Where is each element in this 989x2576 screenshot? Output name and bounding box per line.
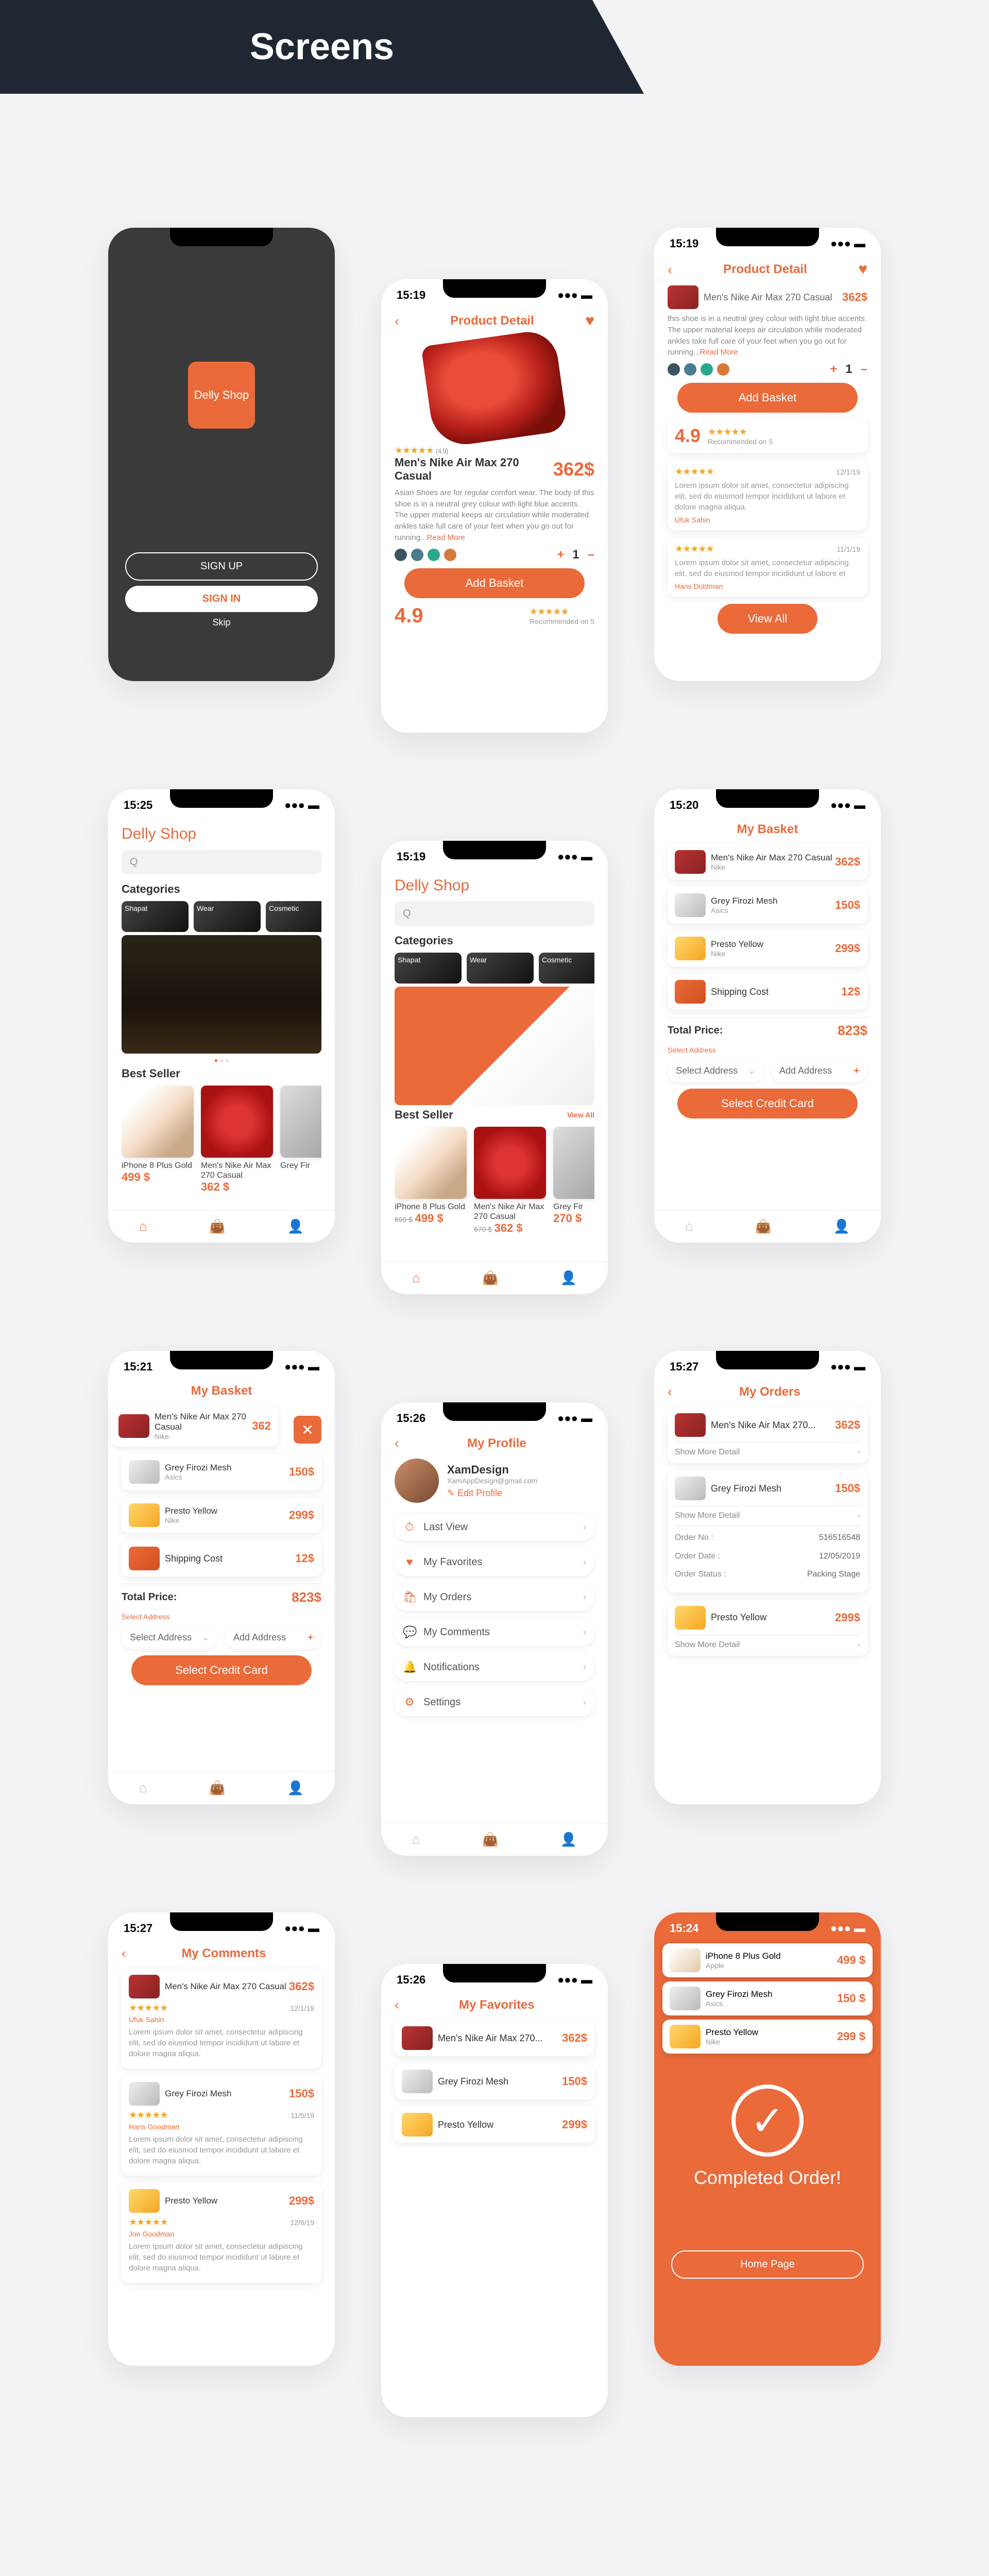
screen-comments: 15:27●●● ▬ ‹My Comments Men's Nike Air M… [108, 1912, 335, 2366]
brand-title: Delly Shop [122, 822, 321, 850]
product-name: Men's Nike Air Max 270 Casual [395, 456, 553, 483]
bell-icon: 🔔 [403, 1660, 416, 1674]
product-thumb [668, 285, 698, 309]
color-selector[interactable] [668, 363, 729, 376]
heart-icon[interactable]: ♥ [858, 261, 867, 278]
skip-link[interactable]: Skip [108, 617, 335, 628]
screen-basket-swipe: 15:21●●● ▬ My Basket Men's Nike Air Max … [108, 1351, 335, 1804]
category-card[interactable]: Shapat [122, 901, 189, 932]
rating-score: 4.9 [395, 604, 423, 628]
fav-item[interactable]: Men's Nike Air Max 270...362$ [395, 2020, 594, 2056]
back-icon[interactable]: ‹ [668, 262, 672, 278]
screen-favorites: 15:26●●● ▬ ‹My Favorites Men's Nike Air … [381, 1964, 608, 2417]
product-description: Asian Shoes are for regular comfort wear… [395, 488, 594, 542]
avatar [395, 1459, 439, 1503]
menu-orders[interactable]: 🛍My Orders› [395, 1583, 594, 1611]
check-icon: ✓ [731, 2084, 804, 2157]
signup-button[interactable]: SIGN UP [125, 552, 318, 581]
quantity-stepper[interactable]: +1– [830, 362, 867, 377]
color-selector[interactable] [395, 549, 456, 561]
completed-title: Completed Order! [654, 2167, 881, 2189]
review-item: ★★★★★12/1/19 Lorem ipsum dolor sit amet,… [668, 460, 867, 530]
bottom-nav: ⌂ 👜 👤 [108, 1210, 335, 1243]
product-card[interactable]: Men's Nike Air Max 270 Casual362 $ [201, 1086, 273, 1194]
screen-product-detail: 15:19●●● ▬ ‹Product Detail♥ ★★★★★ (4.9) … [381, 279, 608, 733]
menu-notifications[interactable]: 🔔Notifications› [395, 1653, 594, 1681]
shipping-icon [675, 980, 706, 1004]
menu-settings[interactable]: ⚙Settings› [395, 1688, 594, 1716]
screen-basket: 15:20●●● ▬ My Basket Men's Nike Air Max … [654, 789, 881, 1243]
heart-icon: ♥ [403, 1555, 416, 1569]
plus-ten-label: +10 [0, 2551, 989, 2576]
nav-bag-icon[interactable]: 👜 [209, 1218, 225, 1234]
view-all-link[interactable]: View All [567, 1111, 594, 1119]
menu-favorites[interactable]: ♥My Favorites› [395, 1548, 594, 1576]
add-basket-button[interactable]: Add Basket [677, 383, 857, 413]
edit-profile-link[interactable]: ✎ Edit Profile [447, 1488, 594, 1499]
clock-icon: ⏱ [403, 1520, 416, 1534]
read-more-link[interactable]: Read More [427, 533, 465, 542]
chat-icon: 💬 [403, 1625, 416, 1639]
back-icon[interactable]: ‹ [395, 313, 399, 329]
gear-icon: ⚙ [403, 1696, 416, 1709]
app-logo: Delly Shop [188, 362, 255, 429]
basket-item[interactable]: Men's Nike Air Max 270 CasualNike362$ [668, 844, 867, 880]
bag-icon: 🛍 [403, 1590, 416, 1604]
screen-home: 15:25●●● ▬ Delly Shop Q Categories Shapa… [108, 789, 335, 1243]
page-title: Product Detail [399, 314, 586, 328]
menu-last-view[interactable]: ⏱Last View› [395, 1513, 594, 1541]
status-icons: ●●● ▬ [557, 289, 592, 302]
hero-banner[interactable] [122, 935, 321, 1054]
screen-product-detail-reviews: 15:19●●● ▬ ‹Product Detail♥ Men's Nike A… [654, 228, 881, 681]
signin-button[interactable]: SIGN IN [125, 586, 318, 612]
search-input[interactable]: Q [122, 850, 321, 874]
screen-completed: 15:24●●● ▬ iPhone 8 Plus GoldApple499 $ … [654, 1912, 881, 2366]
header-ribbon: Screens [0, 0, 644, 94]
hero-banner[interactable] [395, 987, 594, 1105]
search-input[interactable]: Q [395, 902, 594, 926]
heart-icon[interactable]: ♥ [585, 312, 594, 330]
screen-auth: Delly Shop SIGN UP SIGN IN Skip [108, 228, 335, 681]
rating-stars: ★★★★★ (4.9) [395, 445, 448, 456]
screen-profile: 15:26●●● ▬ ‹My Profile XamDesignXamAppDe… [381, 1402, 608, 1856]
select-card-button[interactable]: Select Credit Card [677, 1089, 857, 1118]
product-card[interactable]: iPhone 8 Plus Gold499 $ [122, 1086, 194, 1194]
view-all-button[interactable]: View All [718, 604, 817, 634]
screen-orders: 15:27●●● ▬ ‹My Orders Men's Nike Air Max… [654, 1351, 881, 1804]
home-page-button[interactable]: Home Page [671, 2250, 864, 2279]
product-price: 362$ [553, 459, 594, 480]
add-basket-button[interactable]: Add Basket [404, 568, 584, 598]
select-address[interactable]: Select Address⌄ [668, 1059, 764, 1082]
review-item: ★★★★★11/1/19 Lorem ipsum dolor sit amet,… [668, 537, 867, 597]
profile-name: XamDesign [447, 1463, 594, 1477]
add-address[interactable]: Add Address+ [771, 1059, 867, 1082]
delete-button[interactable]: ✕ [294, 1416, 321, 1444]
nav-profile-icon[interactable]: 👤 [287, 1218, 304, 1234]
show-more-link[interactable]: Show More Detail› [675, 1448, 860, 1457]
product-card[interactable]: Grey Fir [280, 1086, 321, 1194]
screen-home-alt: 15:19●●● ▬ Delly Shop Q Categories Shapa… [381, 841, 608, 1294]
menu-comments[interactable]: 💬My Comments› [395, 1618, 594, 1646]
profile-email: XamAppDesign@gmail.com [447, 1477, 594, 1485]
nav-home-icon[interactable]: ⌂ [139, 1218, 147, 1234]
quantity-stepper[interactable]: +1– [557, 548, 594, 562]
product-hero-image [421, 328, 568, 449]
